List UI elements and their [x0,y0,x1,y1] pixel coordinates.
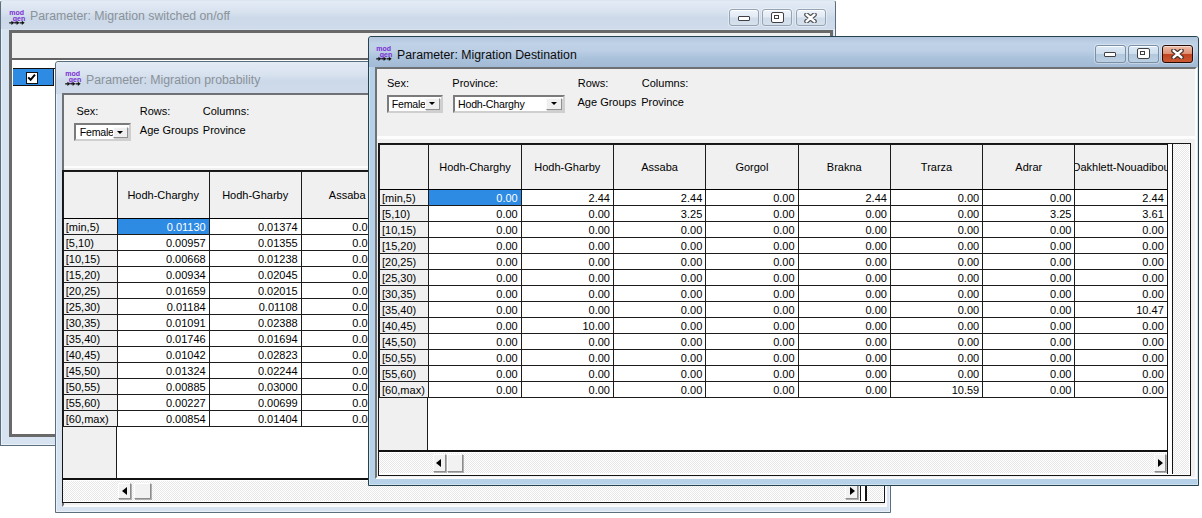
svg-text:gen: gen [13,15,25,23]
svg-text:gen: gen [68,76,80,84]
svg-text:gen: gen [380,51,392,59]
